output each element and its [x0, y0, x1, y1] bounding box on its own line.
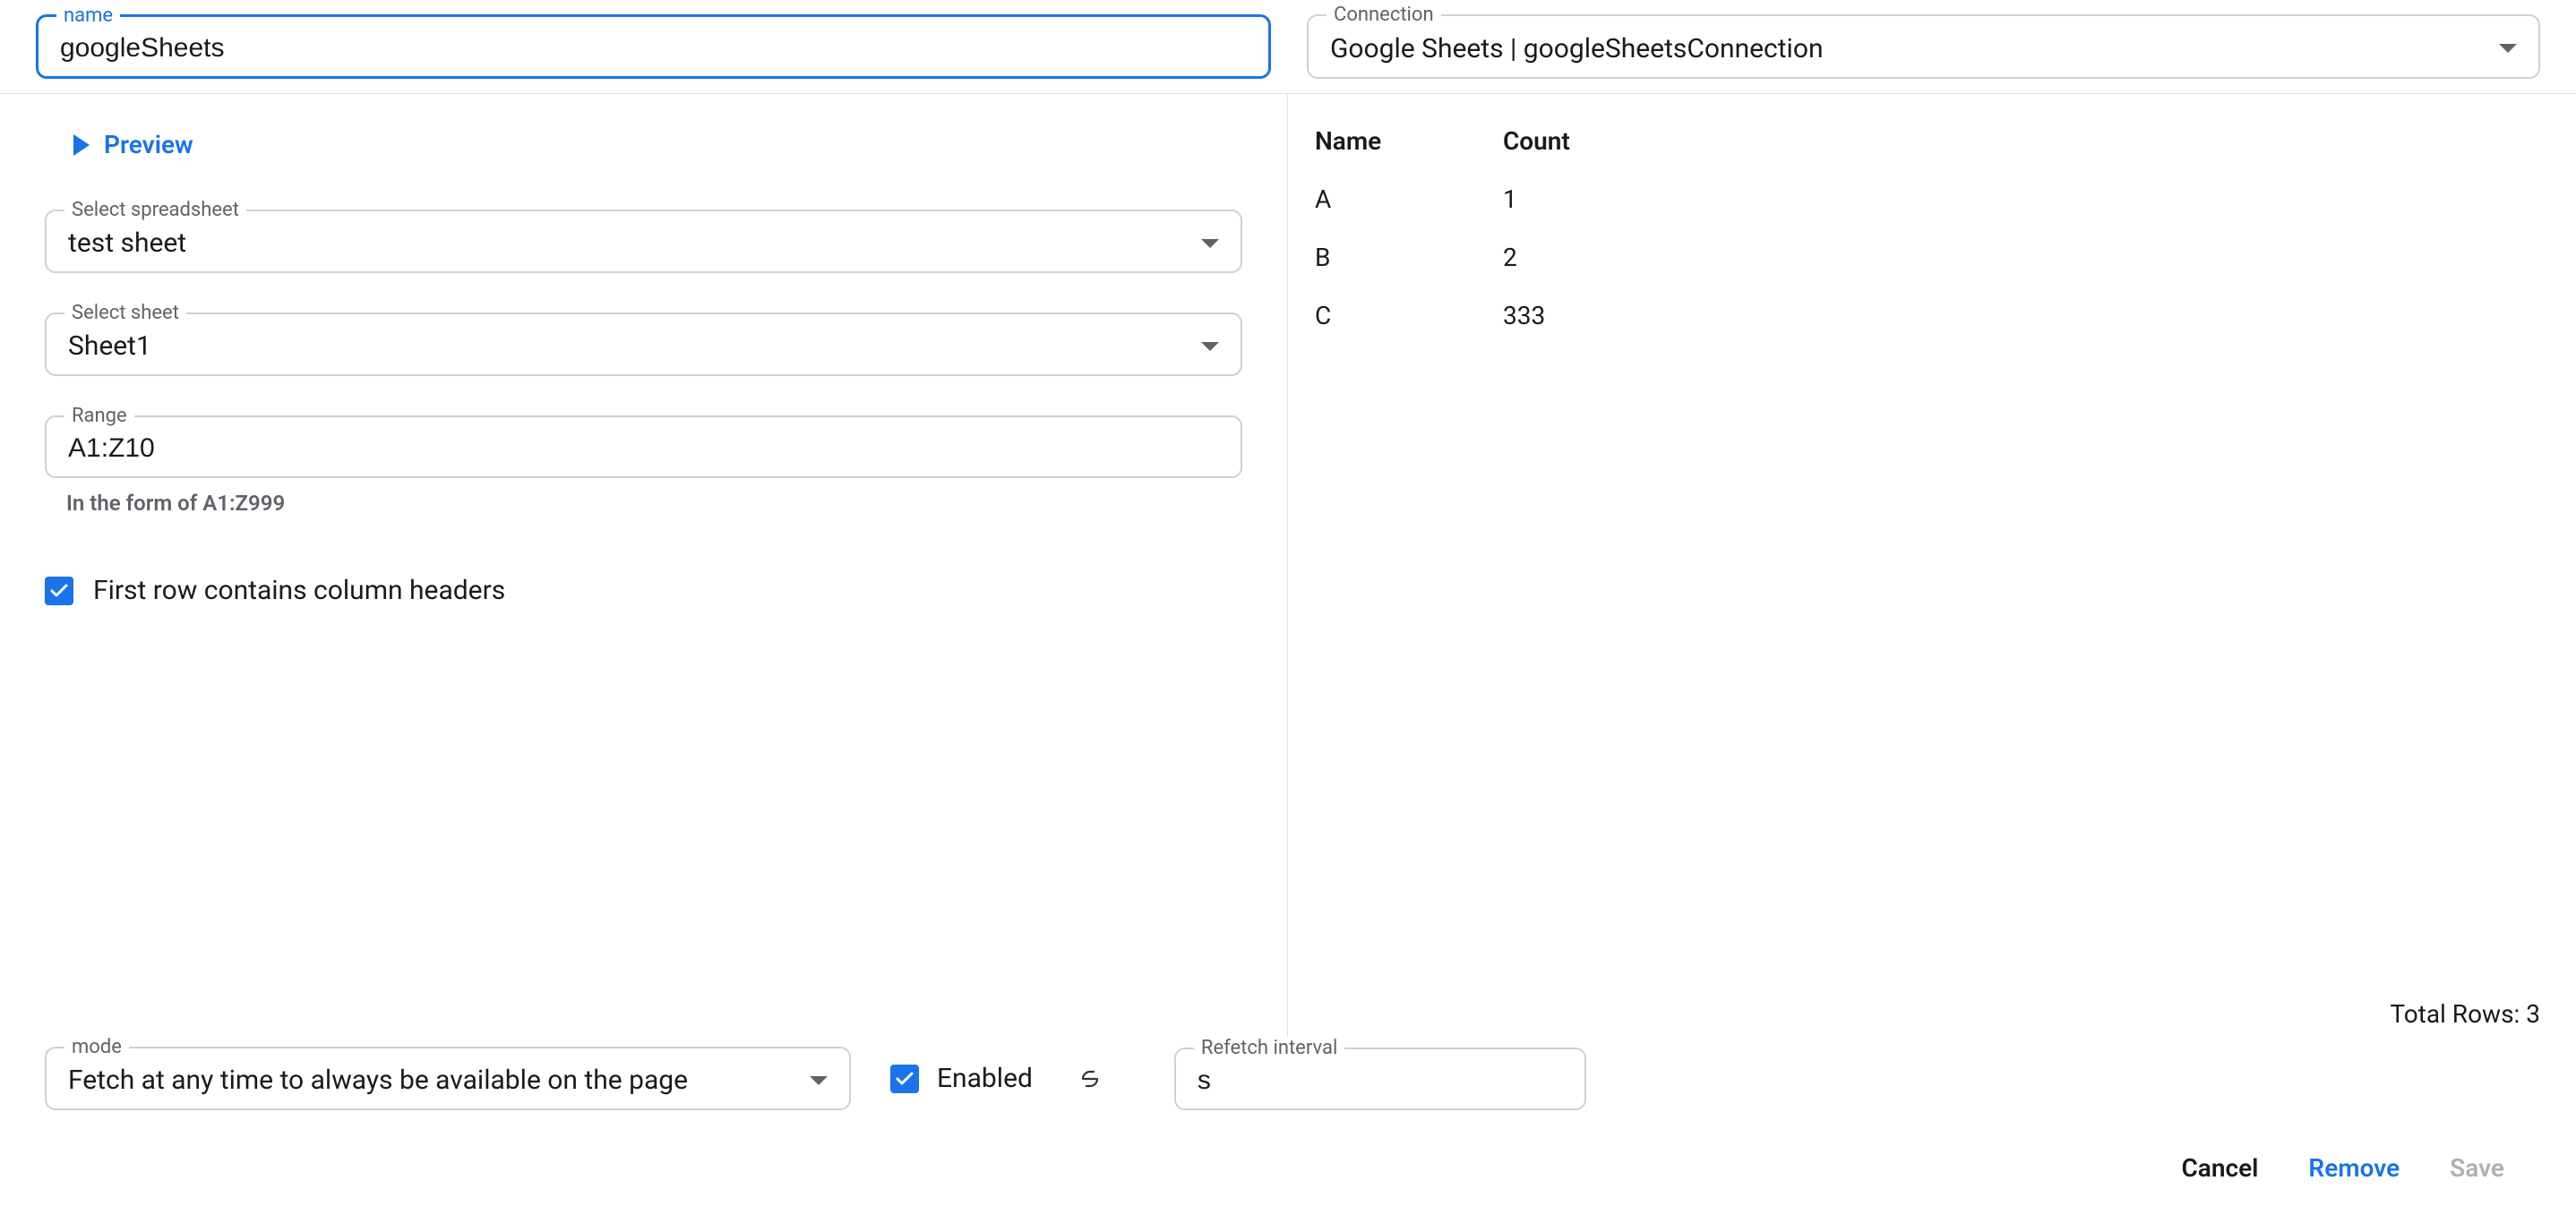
refetch-interval-label: Refetch interval	[1194, 1037, 1344, 1059]
range-helper: In the form of A1:Z999	[66, 491, 1242, 516]
cancel-button[interactable]: Cancel	[2181, 1153, 2258, 1183]
enabled-checkbox[interactable]	[890, 1065, 919, 1093]
mode-label: mode	[64, 1036, 129, 1058]
cell-count: 2	[1503, 243, 2540, 272]
spreadsheet-field[interactable]: Select spreadsheet test sheet	[45, 210, 1242, 273]
range-field[interactable]: Range	[45, 415, 1242, 478]
link-icon[interactable]	[1072, 1066, 1108, 1091]
table-row: B 2	[1315, 228, 2540, 287]
spreadsheet-label: Select spreadsheet	[64, 199, 246, 221]
range-input[interactable]	[68, 433, 1219, 464]
table-row: C 333	[1315, 287, 2540, 345]
connection-label: Connection	[1327, 4, 1441, 26]
table-row: A 1	[1315, 170, 2540, 228]
chevron-down-icon	[1201, 342, 1219, 351]
mode-value: Fetch at any time to always be available…	[68, 1065, 799, 1096]
name-label: name	[56, 4, 120, 27]
connection-value: Google Sheets | googleSheetsConnection	[1330, 33, 2488, 64]
check-icon	[894, 1068, 915, 1090]
preview-table: Name Count A 1 B 2 C 333	[1315, 112, 2540, 345]
preview-label: Preview	[104, 130, 193, 159]
preview-button[interactable]: Preview	[45, 130, 1242, 159]
play-icon	[73, 134, 90, 156]
remove-button[interactable]: Remove	[2308, 1153, 2400, 1183]
col-header-count: Count	[1503, 126, 2540, 156]
check-icon	[48, 580, 70, 602]
spreadsheet-value: test sheet	[68, 227, 1190, 259]
chevron-down-icon	[2499, 44, 2517, 53]
preview-pane: Name Count A 1 B 2 C 333 Total Rows: 3	[1288, 94, 2576, 1038]
first-row-headers-checkbox[interactable]	[45, 577, 73, 605]
save-button: Save	[2450, 1153, 2504, 1183]
name-input[interactable]	[60, 33, 1247, 64]
refetch-interval-input[interactable]	[1198, 1065, 1563, 1096]
sheet-value: Sheet1	[68, 330, 1190, 362]
mode-field[interactable]: mode Fetch at any time to always be avai…	[45, 1047, 851, 1110]
sheet-label: Select sheet	[64, 302, 186, 324]
first-row-headers-label: First row contains column headers	[93, 575, 505, 606]
sheet-field[interactable]: Select sheet Sheet1	[45, 312, 1242, 376]
name-field[interactable]: name	[36, 14, 1271, 79]
enabled-label: Enabled	[937, 1063, 1033, 1094]
cell-count: 333	[1503, 301, 2540, 330]
cell-count: 1	[1503, 184, 2540, 214]
cell-name: B	[1315, 243, 1503, 272]
config-pane: Preview Select spreadsheet test sheet Se…	[0, 94, 1288, 1038]
table-header-row: Name Count	[1315, 112, 2540, 170]
connection-field[interactable]: Connection Google Sheets | googleSheetsC…	[1307, 14, 2540, 79]
range-label: Range	[64, 405, 134, 427]
total-rows: Total Rows: 3	[1315, 999, 2540, 1038]
refetch-interval-field[interactable]: Refetch interval	[1174, 1048, 1586, 1110]
chevron-down-icon	[1201, 239, 1219, 248]
col-header-name: Name	[1315, 126, 1503, 156]
cell-name: A	[1315, 184, 1503, 214]
chevron-down-icon	[810, 1076, 828, 1085]
cell-name: C	[1315, 301, 1503, 330]
